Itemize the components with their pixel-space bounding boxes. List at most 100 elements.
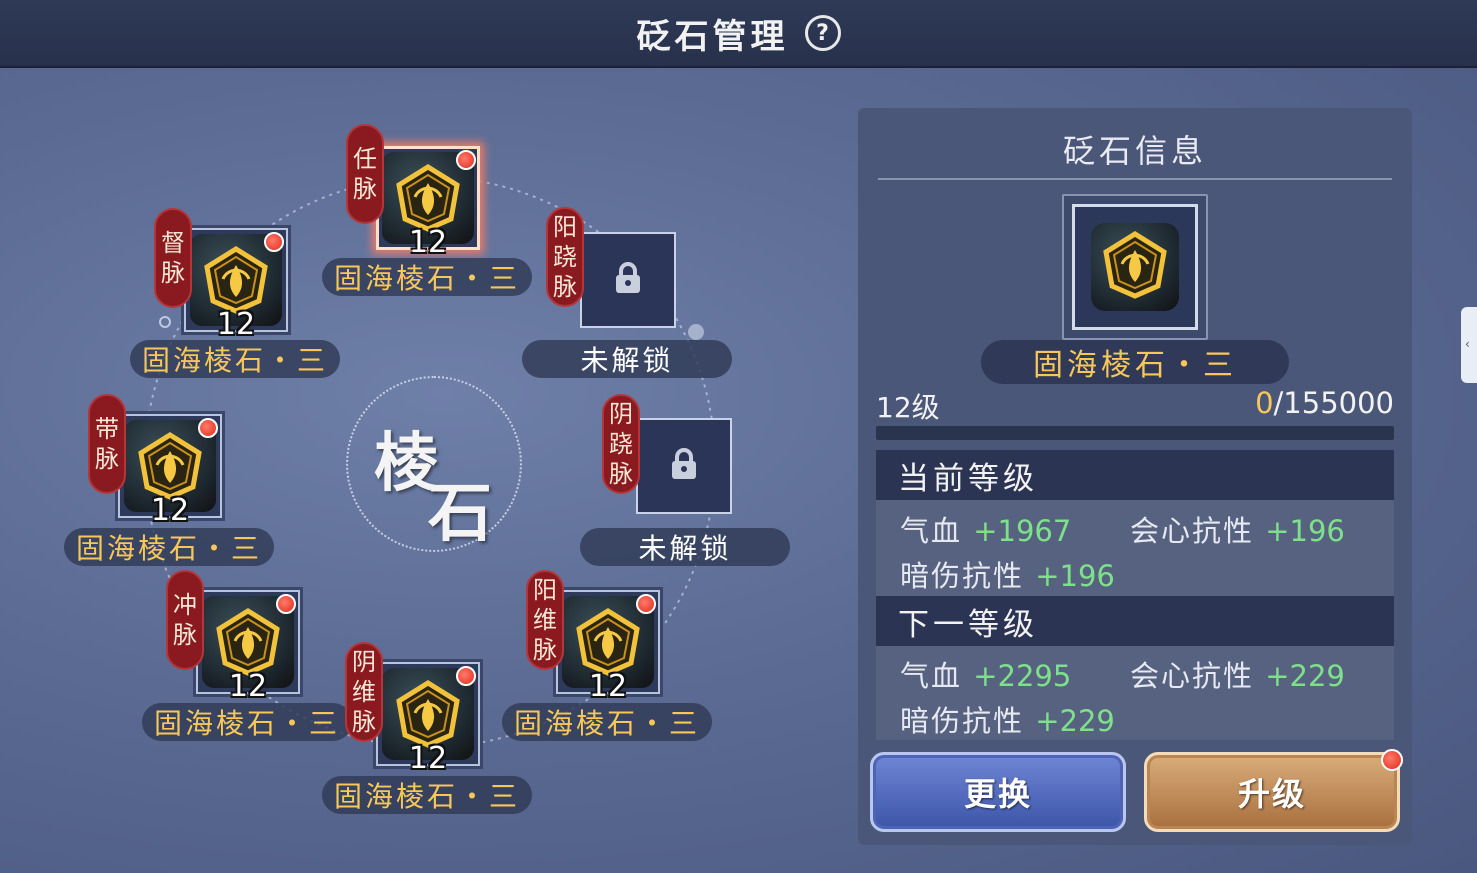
notification-dot bbox=[198, 418, 218, 438]
meridian-tag-du: 督 脉 bbox=[154, 208, 192, 308]
stat-row: 气血 +1967 bbox=[900, 508, 1071, 550]
meridian-char: 带 bbox=[95, 415, 119, 443]
stat-value: +229 bbox=[1035, 704, 1115, 738]
stat-label: 会心抗性 bbox=[1130, 514, 1255, 548]
exp-current: 0 bbox=[1255, 386, 1274, 420]
stat-value: +196 bbox=[1265, 514, 1345, 548]
gem-level-label: 12级 bbox=[876, 391, 940, 424]
gem-slot-du[interactable]: 12 bbox=[184, 228, 288, 342]
gem-icon bbox=[393, 679, 463, 749]
gem-slot-ren[interactable]: 12 bbox=[376, 146, 480, 260]
meridian-tag-yinwei: 阴 维 脉 bbox=[345, 642, 383, 742]
stats-box: 当前等级 气血 +1967 会心抗性 +196 暗伤抗性 +196 下一等级 气… bbox=[876, 450, 1394, 740]
gem-slot-yinqiao[interactable] bbox=[632, 414, 736, 518]
meridian-char: 阴 bbox=[352, 648, 376, 676]
meridian-char: 脉 bbox=[609, 460, 633, 488]
gem-name-yangwei: 固海棱石・三 bbox=[502, 703, 712, 741]
side-drawer-tab[interactable]: ‹ bbox=[1461, 307, 1477, 383]
divider bbox=[878, 178, 1392, 180]
gem-icon bbox=[213, 607, 283, 677]
exp-max: /155000 bbox=[1273, 386, 1394, 420]
current-level-header: 当前等级 bbox=[876, 450, 1394, 500]
selected-gem-name: 固海棱石・三 bbox=[981, 340, 1289, 384]
gem-level: 12 bbox=[588, 669, 628, 704]
stat-label: 气血 bbox=[900, 659, 963, 693]
panel-title: 砭石信息 bbox=[1062, 132, 1207, 170]
meridian-char: 脉 bbox=[161, 259, 185, 287]
meridian-char: 脉 bbox=[173, 621, 197, 649]
gem-slot-yangqiao[interactable] bbox=[576, 228, 680, 332]
gem-icon bbox=[135, 431, 205, 501]
meridian-char: 督 bbox=[161, 229, 185, 257]
meridian-tag-yangwei: 阳 维 脉 bbox=[526, 570, 564, 670]
notification-dot bbox=[636, 594, 656, 614]
gem-level: 12 bbox=[150, 493, 190, 528]
exp-readout: 0/155000 bbox=[1255, 386, 1394, 420]
meridian-tag-chong: 冲 脉 bbox=[166, 570, 204, 670]
gem-icon bbox=[393, 163, 463, 233]
page-title: 砭石管理 bbox=[636, 16, 789, 57]
upgrade-button[interactable]: 升级 bbox=[1144, 749, 1403, 832]
lock-icon bbox=[613, 261, 643, 299]
gem-level: 12 bbox=[408, 741, 448, 776]
notification-dot bbox=[276, 594, 296, 614]
meridian-tag-yinqiao: 阴 跷 脉 bbox=[602, 394, 640, 494]
gem-name-du: 固海棱石・三 bbox=[130, 340, 340, 378]
meridian-char: 冲 bbox=[173, 591, 197, 619]
locked-slot bbox=[580, 232, 676, 328]
notification-dot bbox=[456, 150, 476, 170]
selected-gem-slot bbox=[1062, 194, 1208, 340]
meridian-char: 脉 bbox=[95, 445, 119, 473]
stat-label: 会心抗性 bbox=[1130, 659, 1255, 693]
stat-row: 会心抗性 +229 bbox=[1130, 653, 1345, 695]
locked-label-yinqiao: 未解锁 bbox=[580, 528, 790, 566]
gem-info-panel: 砭石信息 固海棱石・三 12级 0/155000 当前等级 气血 +1967 会… bbox=[858, 108, 1412, 845]
gem-slot-yangwei[interactable]: 12 bbox=[556, 590, 660, 704]
stat-value: +229 bbox=[1265, 659, 1345, 693]
stat-label: 暗伤抗性 bbox=[900, 559, 1025, 593]
meridian-char: 维 bbox=[352, 678, 376, 706]
gem-slot-chong[interactable]: 12 bbox=[196, 590, 300, 704]
meridian-char: 阳 bbox=[553, 213, 577, 241]
exp-progress-bar bbox=[876, 426, 1394, 440]
gem-name-yinwei: 固海棱石・三 bbox=[322, 776, 532, 814]
next-level-header: 下一等级 bbox=[876, 596, 1394, 646]
stat-value: +196 bbox=[1035, 559, 1115, 593]
meridian-tag-yangqiao: 阳 跷 脉 bbox=[546, 207, 584, 307]
meridian-char: 脉 bbox=[533, 636, 557, 664]
meridian-tag-dai: 带 脉 bbox=[88, 394, 126, 494]
notification-dot bbox=[264, 232, 284, 252]
selected-gem-frame bbox=[1072, 204, 1198, 330]
gem-level: 12 bbox=[408, 225, 448, 260]
stat-row: 暗伤抗性 +196 bbox=[900, 553, 1115, 595]
lock-icon bbox=[669, 447, 699, 485]
stat-row: 会心抗性 +196 bbox=[1130, 508, 1345, 550]
stat-row: 暗伤抗性 +229 bbox=[900, 698, 1115, 740]
help-icon[interactable]: ? bbox=[804, 15, 841, 51]
title-bar: 砭石管理 ? bbox=[0, 0, 1477, 68]
stat-label: 气血 bbox=[900, 514, 963, 548]
change-button[interactable]: 更换 bbox=[870, 752, 1126, 832]
meridian-char: 维 bbox=[533, 606, 557, 634]
meridian-char: 跷 bbox=[553, 243, 577, 271]
stat-row: 气血 +2295 bbox=[900, 653, 1071, 695]
gem-name-chong: 固海棱石・三 bbox=[142, 703, 352, 741]
upgrade-button-label: 升级 bbox=[1237, 775, 1306, 813]
chevron-left-icon: ‹ bbox=[1465, 337, 1470, 351]
notification-dot bbox=[1381, 749, 1403, 771]
notification-dot bbox=[456, 666, 476, 686]
locked-slot bbox=[636, 418, 732, 514]
gem-slot-yinwei[interactable]: 12 bbox=[376, 662, 480, 776]
gem-icon bbox=[1100, 230, 1170, 304]
gem-icon bbox=[201, 245, 271, 315]
gem-name-dai: 固海棱石・三 bbox=[64, 528, 274, 566]
meridian-char: 脉 bbox=[352, 708, 376, 736]
gem-slot-dai[interactable]: 12 bbox=[118, 414, 222, 528]
meridian-char: 脉 bbox=[553, 273, 577, 301]
meridian-char: 脉 bbox=[353, 175, 377, 203]
meridian-char: 阳 bbox=[533, 576, 557, 604]
center-char-2: 石 bbox=[428, 476, 492, 551]
gem-level: 12 bbox=[228, 669, 268, 704]
meridian-char: 任 bbox=[353, 145, 377, 173]
stat-label: 暗伤抗性 bbox=[900, 704, 1025, 738]
